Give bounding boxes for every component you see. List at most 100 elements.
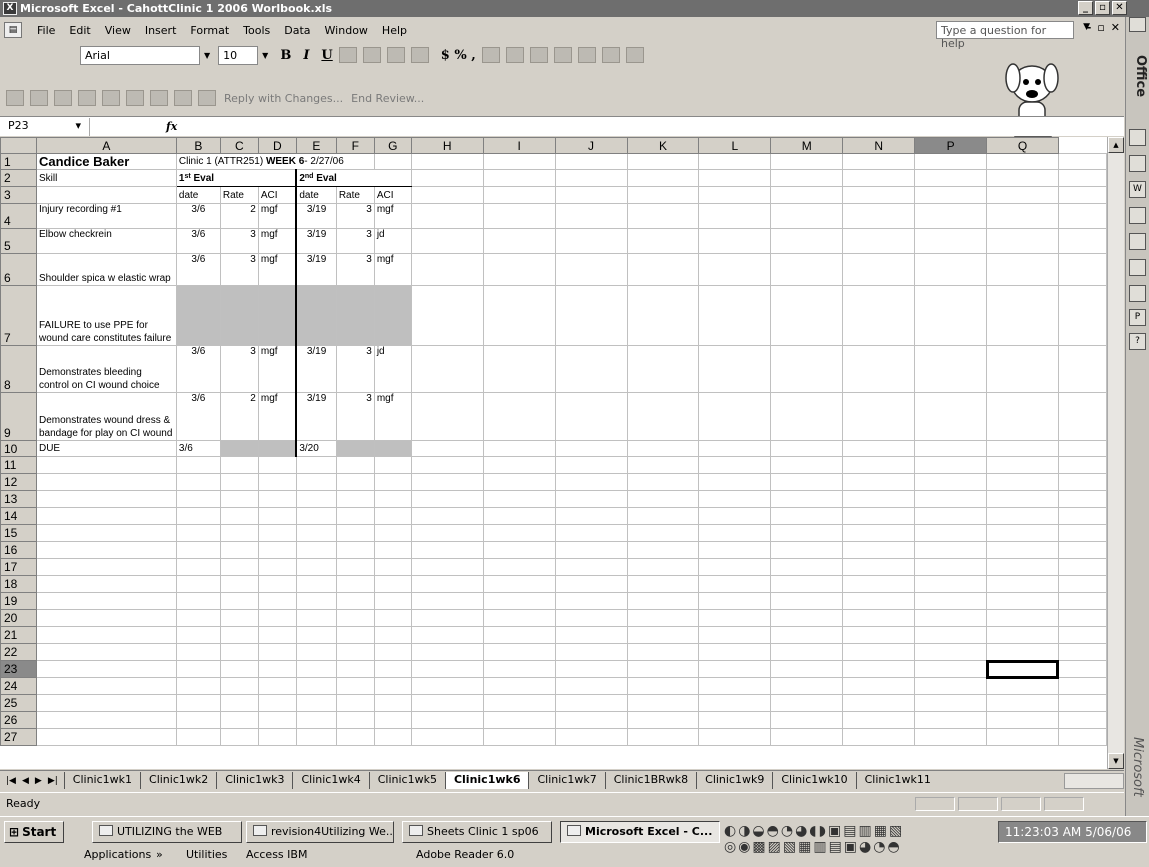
quicklaunch-adobe-reader[interactable]: Adobe Reader 6.0 [410, 846, 520, 866]
cell-b3[interactable]: date [175, 186, 221, 204]
empty-rows[interactable]: 11 12 13 14 15 16 17 18 19 20 21 22 23 24 25 26 27 [0, 456, 1107, 746]
cell-b8[interactable]: 3/6 [175, 345, 221, 393]
cell-g10[interactable] [373, 440, 412, 457]
menu-data[interactable]: Data [277, 24, 317, 37]
ask-question-input[interactable]: Type a question for help [936, 21, 1074, 50]
row-header[interactable]: 3 [0, 186, 37, 204]
cell-e4[interactable]: 3/19 [295, 203, 337, 229]
font-size-select[interactable]: 10 [218, 45, 259, 65]
cell-g4[interactable]: mgf [373, 203, 412, 229]
review-icon-2[interactable] [30, 90, 48, 106]
row-header[interactable]: 18 [0, 575, 37, 593]
last-sheet-icon[interactable]: ▶| [48, 776, 58, 786]
task-utilizing-web[interactable]: UTILIZING the WEB [92, 821, 242, 843]
menu-file[interactable]: File [30, 24, 62, 37]
italic-button[interactable]: I [303, 48, 309, 63]
cell-d6[interactable]: mgf [257, 253, 297, 286]
cell-b4[interactable]: 3/6 [175, 203, 221, 229]
cell-a9[interactable]: Demonstrates wound dress & bandage for p… [35, 392, 177, 441]
workbook-icon[interactable]: ▤ [4, 22, 22, 38]
active-cell-p23[interactable] [985, 659, 1060, 679]
cell-f10[interactable] [335, 440, 375, 457]
align-center-icon[interactable] [362, 47, 381, 63]
row-header[interactable]: 11 [0, 456, 37, 474]
cell-b9[interactable]: 3/6 [175, 392, 221, 441]
row-header[interactable]: 22 [0, 643, 37, 661]
help-icon[interactable]: ? [1129, 333, 1146, 350]
row-header[interactable]: 7 [0, 285, 37, 346]
decrease-decimal-icon[interactable] [505, 47, 524, 63]
cell-c8[interactable]: 3 [219, 345, 259, 393]
col-header[interactable]: G [373, 137, 412, 154]
row-header[interactable]: 12 [0, 473, 37, 491]
cell-a7[interactable]: FAILURE to use PPE for wound care consti… [35, 285, 177, 346]
prev-sheet-icon[interactable]: ◀ [22, 776, 29, 786]
cell-e10[interactable]: 3/20 [295, 440, 337, 457]
restore-button[interactable]: ▫ [1095, 1, 1110, 15]
col-header[interactable]: C [219, 137, 259, 154]
horizontal-scrollbar[interactable] [1064, 772, 1124, 789]
cell-e2[interactable]: 2nd Eval [295, 169, 412, 187]
cell-a2[interactable]: Skill [35, 169, 177, 187]
row-header[interactable]: 19 [0, 592, 37, 610]
size-dropdown-icon[interactable]: ▼ [262, 51, 268, 60]
quicklaunch-utilities[interactable]: Utilities [180, 846, 233, 866]
cell-a8[interactable]: Demonstrates bleeding control on CI woun… [35, 345, 177, 393]
vertical-scrollbar[interactable]: ▲ ▼ [1107, 137, 1124, 769]
row-header[interactable]: 14 [0, 507, 37, 525]
row-header[interactable]: 17 [0, 558, 37, 576]
cell-b6[interactable]: 3/6 [175, 253, 221, 286]
cell-d10[interactable] [257, 440, 297, 457]
menu-window[interactable]: Window [318, 24, 375, 37]
tab-clinic1wk5[interactable]: Clinic1wk5 [368, 772, 445, 789]
scroll-up-icon[interactable]: ▲ [1108, 137, 1124, 153]
close-button[interactable]: ✕ [1112, 1, 1127, 15]
col-header[interactable]: E [295, 137, 337, 154]
cell-f9[interactable]: 3 [335, 392, 375, 441]
col-header[interactable]: N [842, 137, 916, 154]
cell-d7[interactable] [257, 285, 297, 346]
font-color-icon[interactable] [625, 47, 644, 63]
outlook-icon[interactable] [1129, 129, 1146, 146]
col-header[interactable]: D [257, 137, 297, 154]
increase-indent-icon[interactable] [553, 47, 572, 63]
task-sheets-clinic[interactable]: Sheets Clinic 1 sp06 [402, 821, 552, 843]
cell-d8[interactable]: mgf [257, 345, 297, 393]
cell-e9[interactable]: 3/19 [295, 392, 337, 441]
number-format-buttons[interactable]: $ % , [441, 48, 476, 63]
menu-edit[interactable]: Edit [62, 24, 97, 37]
cell-a4[interactable]: Injury recording #1 [35, 203, 177, 229]
align-right-icon[interactable] [386, 47, 405, 63]
font-select[interactable]: Arial [80, 45, 200, 65]
cell-f5[interactable]: 3 [335, 228, 375, 254]
doc-close-button[interactable]: ✕ [1111, 21, 1120, 34]
tab-clinic1wk4[interactable]: Clinic1wk4 [292, 772, 369, 789]
decrease-indent-icon[interactable] [529, 47, 548, 63]
office-bar-button[interactable] [1129, 17, 1146, 32]
review-icon-6[interactable] [126, 90, 144, 106]
task-microsoft-excel[interactable]: Microsoft Excel - C... [560, 821, 720, 843]
cell-a1[interactable]: Candice Baker [35, 153, 177, 170]
row-header[interactable]: 8 [0, 345, 37, 393]
review-icon-8[interactable] [174, 90, 192, 106]
row-header[interactable]: 21 [0, 626, 37, 644]
excel-doc-icon[interactable] [1129, 207, 1146, 224]
cell-g8[interactable]: jd [373, 345, 412, 393]
publisher-icon[interactable]: P [1129, 309, 1146, 326]
col-header[interactable]: M [770, 137, 844, 154]
menu-insert[interactable]: Insert [138, 24, 184, 37]
menu-format[interactable]: Format [183, 24, 236, 37]
cell-c5[interactable]: 3 [219, 228, 259, 254]
minimize-button[interactable]: _ [1078, 1, 1093, 15]
row-header[interactable]: 1 [0, 153, 37, 170]
col-header[interactable]: B [175, 137, 221, 154]
tab-clinic1wk6[interactable]: Clinic1wk6 [444, 772, 529, 789]
align-left-icon[interactable] [338, 47, 357, 63]
row-header[interactable]: 2 [0, 169, 37, 187]
cell-b5[interactable]: 3/6 [175, 228, 221, 254]
cell-a5[interactable]: Elbow checkrein [35, 228, 177, 254]
bold-button[interactable]: B [280, 48, 291, 63]
col-header[interactable]: H [410, 137, 484, 154]
quicklaunch-access-ibm[interactable]: Access IBM [240, 846, 313, 866]
word-icon[interactable]: W [1129, 181, 1146, 198]
